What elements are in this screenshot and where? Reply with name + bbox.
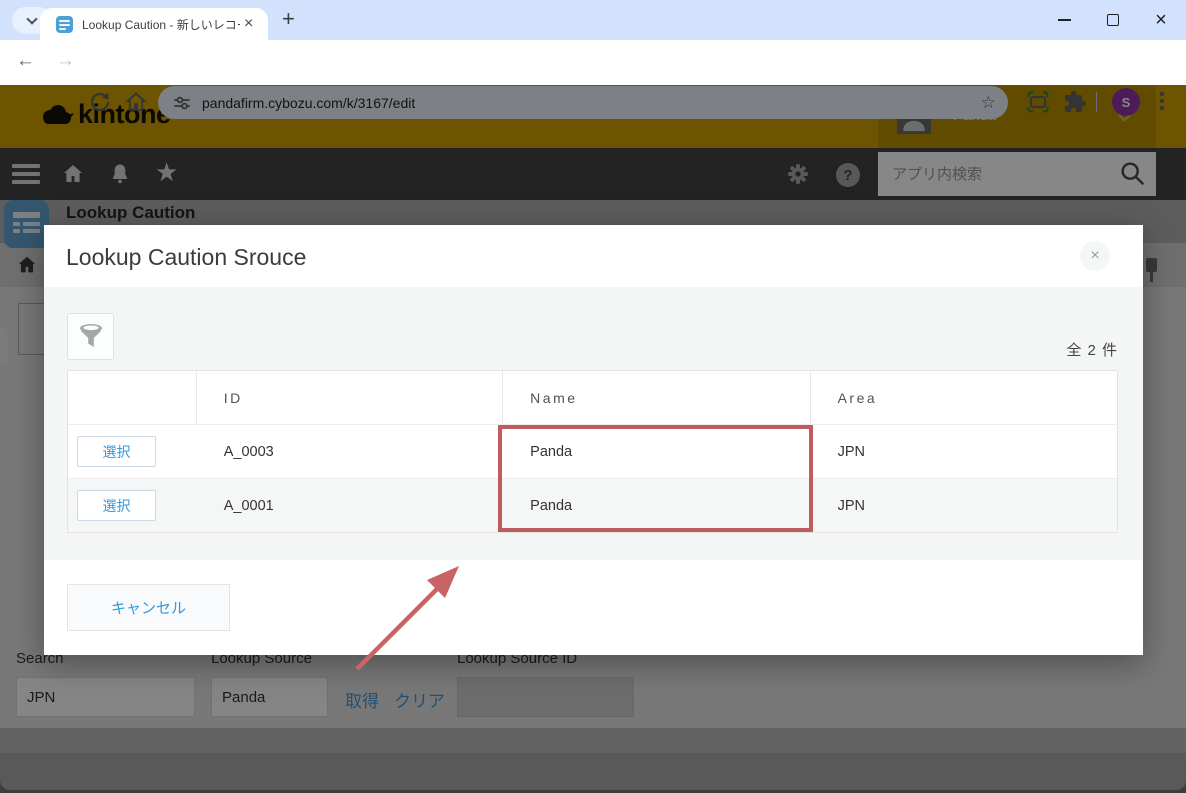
browser-tab[interactable]: Lookup Caution - 新しいレコード × (40, 8, 268, 40)
filter-button[interactable] (67, 313, 114, 360)
kintone-favicon-icon (56, 16, 73, 33)
tab-close-icon[interactable]: × (244, 16, 253, 32)
back-icon[interactable]: ← (16, 50, 35, 72)
filter-funnel-icon (75, 321, 107, 353)
table-header-row: ID Name Area (68, 371, 1117, 424)
window-maximize-button[interactable] (1102, 10, 1124, 30)
cell-id: A_0001 (196, 479, 502, 532)
column-header-id: ID (196, 371, 502, 424)
dialog-close-button[interactable]: × (1080, 241, 1110, 271)
select-button[interactable]: 選択 (77, 490, 156, 521)
browser-toolbar: ← → pandafirm.cybozu.com/k/3167/edit ☆ (0, 40, 1186, 85)
tab-title: Lookup Caution - 新しいレコード (82, 16, 240, 33)
window-minimize-button[interactable] (1053, 10, 1075, 30)
lookup-dialog: Lookup Caution Srouce × 全 2 件 ID Name Ar… (44, 225, 1143, 655)
chevron-down-icon (26, 13, 37, 24)
table-row: 選択 A_0001 Panda JPN (68, 478, 1117, 532)
dialog-footer: キャンセル (44, 560, 1143, 655)
lookup-results-table: ID Name Area 選択 A_0003 Panda JPN 選択 A_00… (67, 370, 1118, 533)
forward-icon[interactable]: → (56, 50, 75, 72)
column-header-select (68, 371, 196, 424)
column-header-area: Area (810, 371, 1117, 424)
screen: Lookup Caution - 新しいレコード × + × ← → panda (0, 0, 1186, 793)
new-tab-button[interactable]: + (282, 6, 295, 32)
cell-name: Panda (502, 425, 809, 478)
cell-name: Panda (502, 479, 809, 532)
dialog-title: Lookup Caution Srouce (66, 244, 306, 271)
select-button[interactable]: 選択 (77, 436, 156, 467)
browser-titlebar: Lookup Caution - 新しいレコード × + × (0, 0, 1186, 40)
table-row: 選択 A_0003 Panda JPN (68, 424, 1117, 478)
cell-area: JPN (810, 479, 1117, 532)
window-close-button[interactable]: × (1150, 10, 1172, 30)
dialog-body: 全 2 件 ID Name Area 選択 A_0003 Panda JPN 選… (44, 287, 1143, 560)
cancel-button[interactable]: キャンセル (67, 584, 230, 631)
column-header-name: Name (502, 371, 809, 424)
cell-area: JPN (810, 425, 1117, 478)
record-count: 全 2 件 (1066, 339, 1118, 360)
cell-id: A_0003 (196, 425, 502, 478)
